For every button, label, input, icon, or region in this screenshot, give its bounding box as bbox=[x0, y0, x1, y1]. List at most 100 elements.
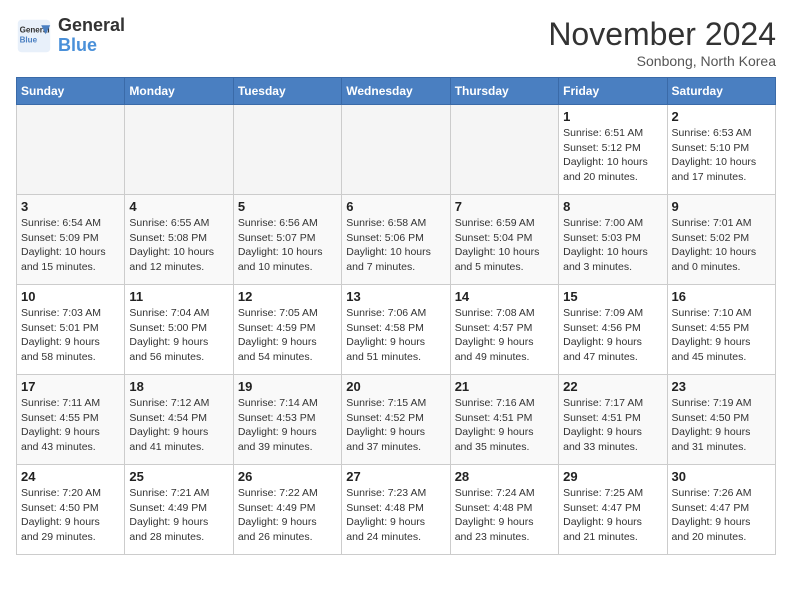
day-number: 20 bbox=[346, 379, 445, 394]
calendar-table: SundayMondayTuesdayWednesdayThursdayFrid… bbox=[16, 77, 776, 555]
calendar-cell bbox=[450, 105, 558, 195]
day-info: Sunrise: 7:01 AM Sunset: 5:02 PM Dayligh… bbox=[672, 216, 771, 275]
day-number: 13 bbox=[346, 289, 445, 304]
day-info: Sunrise: 6:54 AM Sunset: 5:09 PM Dayligh… bbox=[21, 216, 120, 275]
day-number: 17 bbox=[21, 379, 120, 394]
calendar-cell: 7 Sunrise: 6:59 AM Sunset: 5:04 PM Daylig… bbox=[450, 195, 558, 285]
weekday-thursday: Thursday bbox=[450, 78, 558, 105]
weekday-wednesday: Wednesday bbox=[342, 78, 450, 105]
calendar-cell: 20 Sunrise: 7:15 AM Sunset: 4:52 PM Dayli… bbox=[342, 375, 450, 465]
calendar-cell: 27 Sunrise: 7:23 AM Sunset: 4:48 PM Dayli… bbox=[342, 465, 450, 555]
day-info: Sunrise: 7:10 AM Sunset: 4:55 PM Dayligh… bbox=[672, 306, 771, 365]
week-row-2: 3 Sunrise: 6:54 AM Sunset: 5:09 PM Daylig… bbox=[17, 195, 776, 285]
calendar-cell: 12Sunrise: 7:05 AM Sunset: 4:59 PM Dayli… bbox=[233, 285, 341, 375]
day-info: Sunrise: 7:26 AM Sunset: 4:47 PM Dayligh… bbox=[672, 486, 771, 545]
day-info: Sunrise: 7:17 AM Sunset: 4:51 PM Dayligh… bbox=[563, 396, 662, 455]
day-info: Sunrise: 7:20 AM Sunset: 4:50 PM Dayligh… bbox=[21, 486, 120, 545]
day-number: 24 bbox=[21, 469, 120, 484]
day-info: Sunrise: 6:56 AM Sunset: 5:07 PM Dayligh… bbox=[238, 216, 337, 275]
day-number: 27 bbox=[346, 469, 445, 484]
weekday-tuesday: Tuesday bbox=[233, 78, 341, 105]
logo: General Blue GeneralBlue bbox=[16, 16, 125, 56]
day-number: 26 bbox=[238, 469, 337, 484]
day-number: 9 bbox=[672, 199, 771, 214]
day-number: 30 bbox=[672, 469, 771, 484]
day-info: Sunrise: 7:16 AM Sunset: 4:51 PM Dayligh… bbox=[455, 396, 554, 455]
day-number: 3 bbox=[21, 199, 120, 214]
calendar-cell: 4Sunrise: 6:55 AM Sunset: 5:08 PM Daylig… bbox=[125, 195, 233, 285]
calendar-cell: 17 Sunrise: 7:11 AM Sunset: 4:55 PM Dayli… bbox=[17, 375, 125, 465]
calendar-cell: 21 Sunrise: 7:16 AM Sunset: 4:51 PM Dayli… bbox=[450, 375, 558, 465]
day-info: Sunrise: 7:23 AM Sunset: 4:48 PM Dayligh… bbox=[346, 486, 445, 545]
day-number: 22 bbox=[563, 379, 662, 394]
calendar-cell: 22 Sunrise: 7:17 AM Sunset: 4:51 PM Dayli… bbox=[559, 375, 667, 465]
day-number: 21 bbox=[455, 379, 554, 394]
calendar-cell: 30 Sunrise: 7:26 AM Sunset: 4:47 PM Dayli… bbox=[667, 465, 775, 555]
day-number: 14 bbox=[455, 289, 554, 304]
page-header: General Blue GeneralBlue November 2024 S… bbox=[16, 16, 776, 69]
day-number: 6 bbox=[346, 199, 445, 214]
day-info: Sunrise: 7:15 AM Sunset: 4:52 PM Dayligh… bbox=[346, 396, 445, 455]
week-row-1: 1Sunrise: 6:51 AM Sunset: 5:12 PM Daylig… bbox=[17, 105, 776, 195]
day-info: Sunrise: 7:21 AM Sunset: 4:49 PM Dayligh… bbox=[129, 486, 228, 545]
week-row-4: 17 Sunrise: 7:11 AM Sunset: 4:55 PM Dayli… bbox=[17, 375, 776, 465]
day-info: Sunrise: 7:12 AM Sunset: 4:54 PM Dayligh… bbox=[129, 396, 228, 455]
week-row-5: 24 Sunrise: 7:20 AM Sunset: 4:50 PM Dayli… bbox=[17, 465, 776, 555]
day-number: 28 bbox=[455, 469, 554, 484]
day-number: 18 bbox=[129, 379, 228, 394]
weekday-saturday: Saturday bbox=[667, 78, 775, 105]
calendar-cell: 15Sunrise: 7:09 AM Sunset: 4:56 PM Dayli… bbox=[559, 285, 667, 375]
day-info: Sunrise: 7:14 AM Sunset: 4:53 PM Dayligh… bbox=[238, 396, 337, 455]
title-area: November 2024 Sonbong, North Korea bbox=[548, 16, 776, 69]
day-number: 29 bbox=[563, 469, 662, 484]
calendar-cell: 10 Sunrise: 7:03 AM Sunset: 5:01 PM Dayli… bbox=[17, 285, 125, 375]
day-info: Sunrise: 7:06 AM Sunset: 4:58 PM Dayligh… bbox=[346, 306, 445, 365]
day-number: 10 bbox=[21, 289, 120, 304]
calendar-cell bbox=[342, 105, 450, 195]
day-number: 2 bbox=[672, 109, 771, 124]
day-number: 16 bbox=[672, 289, 771, 304]
calendar-cell: 28 Sunrise: 7:24 AM Sunset: 4:48 PM Dayli… bbox=[450, 465, 558, 555]
day-info: Sunrise: 7:03 AM Sunset: 5:01 PM Dayligh… bbox=[21, 306, 120, 365]
calendar-cell: 23 Sunrise: 7:19 AM Sunset: 4:50 PM Dayli… bbox=[667, 375, 775, 465]
day-info: Sunrise: 7:05 AM Sunset: 4:59 PM Dayligh… bbox=[238, 306, 337, 365]
calendar-cell: 3 Sunrise: 6:54 AM Sunset: 5:09 PM Daylig… bbox=[17, 195, 125, 285]
calendar-cell: 26 Sunrise: 7:22 AM Sunset: 4:49 PM Dayli… bbox=[233, 465, 341, 555]
calendar-cell: 11Sunrise: 7:04 AM Sunset: 5:00 PM Dayli… bbox=[125, 285, 233, 375]
weekday-monday: Monday bbox=[125, 78, 233, 105]
day-info: Sunrise: 6:58 AM Sunset: 5:06 PM Dayligh… bbox=[346, 216, 445, 275]
calendar-cell bbox=[17, 105, 125, 195]
calendar-cell: 29 Sunrise: 7:25 AM Sunset: 4:47 PM Dayli… bbox=[559, 465, 667, 555]
day-number: 1 bbox=[563, 109, 662, 124]
calendar-cell: 9 Sunrise: 7:01 AM Sunset: 5:02 PM Daylig… bbox=[667, 195, 775, 285]
calendar-cell: 13 Sunrise: 7:06 AM Sunset: 4:58 PM Dayli… bbox=[342, 285, 450, 375]
day-info: Sunrise: 6:55 AM Sunset: 5:08 PM Dayligh… bbox=[129, 216, 228, 275]
day-info: Sunrise: 7:24 AM Sunset: 4:48 PM Dayligh… bbox=[455, 486, 554, 545]
weekday-friday: Friday bbox=[559, 78, 667, 105]
day-info: Sunrise: 7:25 AM Sunset: 4:47 PM Dayligh… bbox=[563, 486, 662, 545]
day-info: Sunrise: 7:11 AM Sunset: 4:55 PM Dayligh… bbox=[21, 396, 120, 455]
day-number: 7 bbox=[455, 199, 554, 214]
day-info: Sunrise: 7:00 AM Sunset: 5:03 PM Dayligh… bbox=[563, 216, 662, 275]
calendar-cell bbox=[233, 105, 341, 195]
day-info: Sunrise: 6:53 AM Sunset: 5:10 PM Dayligh… bbox=[672, 126, 771, 185]
day-info: Sunrise: 7:22 AM Sunset: 4:49 PM Dayligh… bbox=[238, 486, 337, 545]
location-subtitle: Sonbong, North Korea bbox=[548, 53, 776, 69]
day-info: Sunrise: 6:59 AM Sunset: 5:04 PM Dayligh… bbox=[455, 216, 554, 275]
day-number: 19 bbox=[238, 379, 337, 394]
month-title: November 2024 bbox=[548, 16, 776, 53]
calendar-cell: 2 Sunrise: 6:53 AM Sunset: 5:10 PM Daylig… bbox=[667, 105, 775, 195]
day-info: Sunrise: 7:19 AM Sunset: 4:50 PM Dayligh… bbox=[672, 396, 771, 455]
calendar-cell: 24 Sunrise: 7:20 AM Sunset: 4:50 PM Dayli… bbox=[17, 465, 125, 555]
day-number: 15 bbox=[563, 289, 662, 304]
day-number: 11 bbox=[129, 289, 228, 304]
calendar-cell: 14Sunrise: 7:08 AM Sunset: 4:57 PM Dayli… bbox=[450, 285, 558, 375]
calendar-cell bbox=[125, 105, 233, 195]
calendar-cell: 1Sunrise: 6:51 AM Sunset: 5:12 PM Daylig… bbox=[559, 105, 667, 195]
svg-text:Blue: Blue bbox=[20, 35, 38, 44]
day-number: 8 bbox=[563, 199, 662, 214]
day-number: 23 bbox=[672, 379, 771, 394]
weekday-header-row: SundayMondayTuesdayWednesdayThursdayFrid… bbox=[17, 78, 776, 105]
week-row-3: 10 Sunrise: 7:03 AM Sunset: 5:01 PM Dayli… bbox=[17, 285, 776, 375]
logo-text: GeneralBlue bbox=[58, 16, 125, 56]
